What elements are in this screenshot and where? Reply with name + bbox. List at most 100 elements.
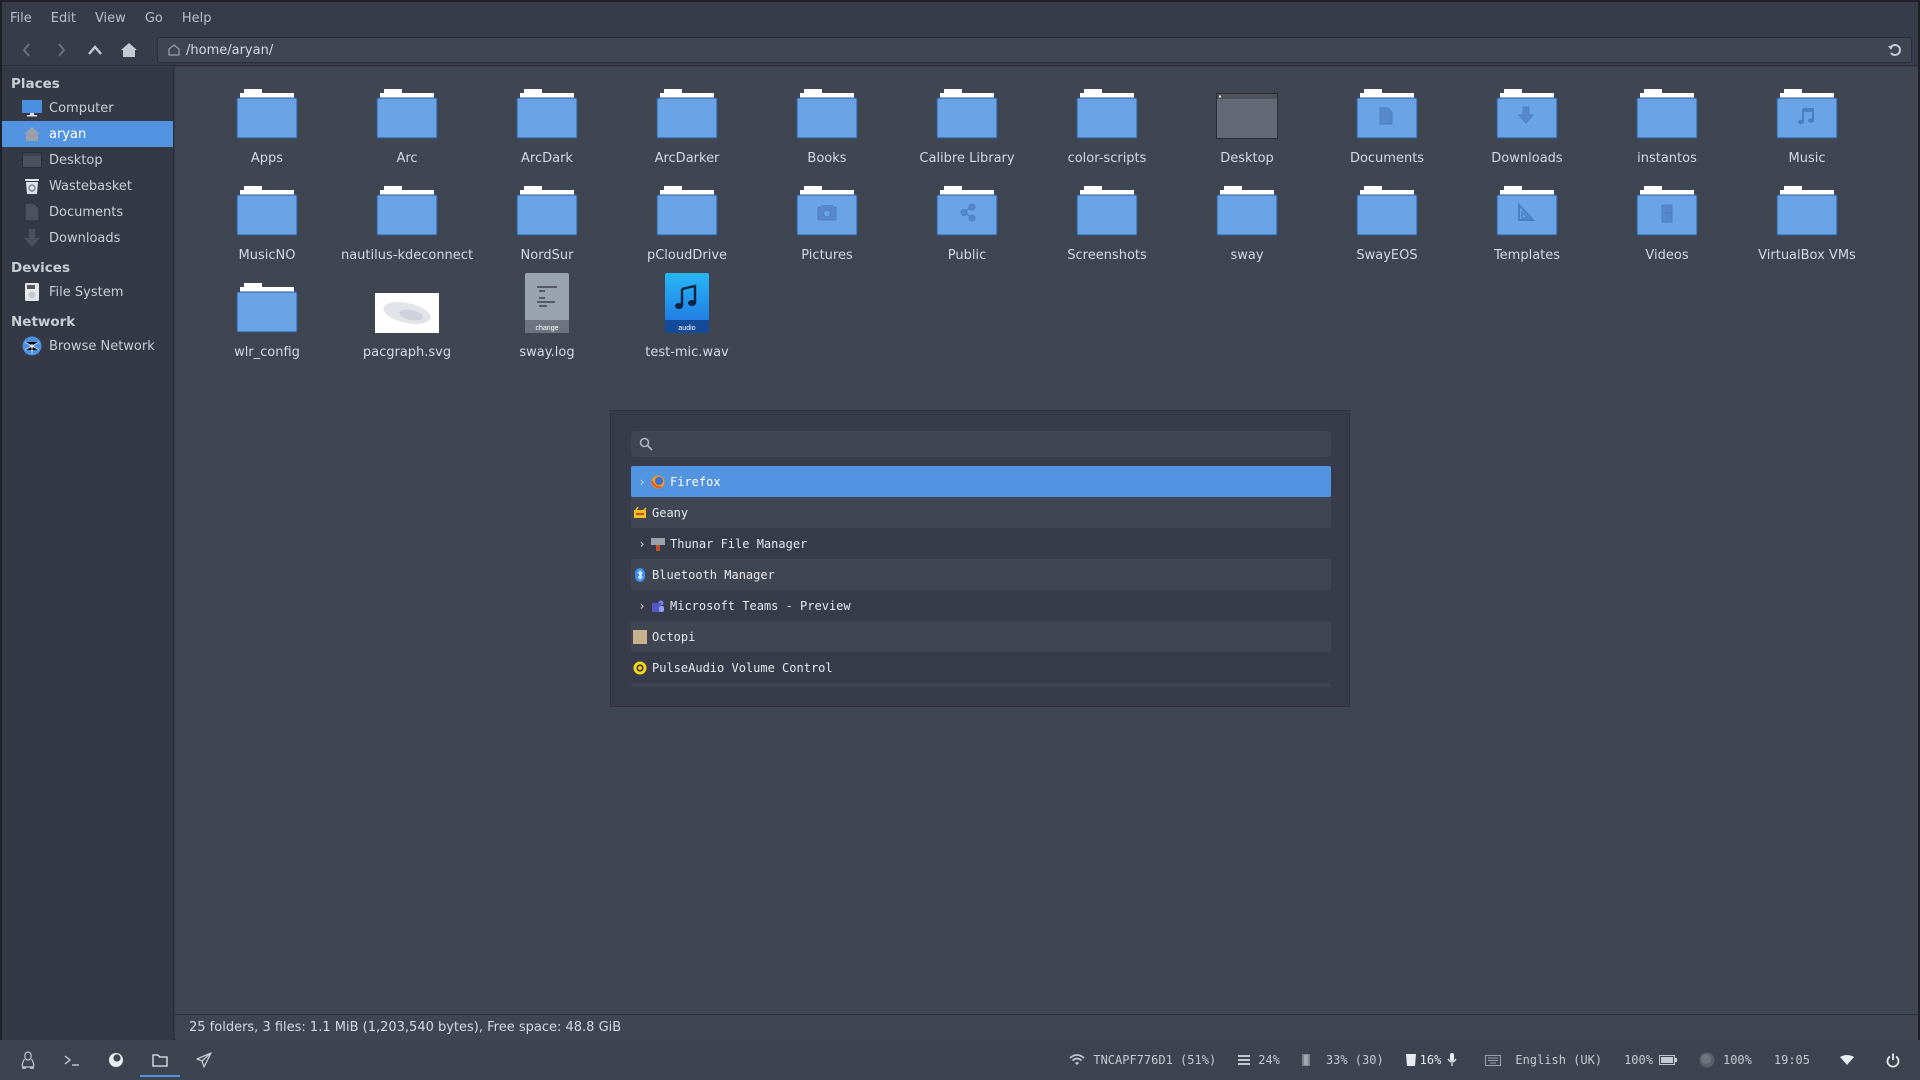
folder-item[interactable]: Documents xyxy=(1327,83,1447,175)
launcher-item-label: PulseAudio Volume Control xyxy=(652,660,833,675)
launcher-search[interactable] xyxy=(631,431,1331,457)
folder-icon xyxy=(796,83,858,139)
app-launcher: › Firefox Geany › Thunar File Manager Bluetoo… xyxy=(610,410,1350,707)
sidebar-item-wastebasket[interactable]: Wastebasket xyxy=(2,173,173,199)
folder-item[interactable]: sway xyxy=(1187,180,1307,272)
taskbar-linux-button[interactable] xyxy=(6,1040,50,1080)
folder-icon xyxy=(516,83,578,139)
folder-item[interactable]: ArcDark xyxy=(487,83,607,175)
drive-icon xyxy=(22,283,42,301)
file-name: Videos xyxy=(1645,248,1689,263)
wifi-indicator[interactable]: TNCAPF776D1 (51%) xyxy=(1069,1053,1216,1067)
launcher-item-geany[interactable]: Geany xyxy=(631,497,1331,528)
folder-item[interactable]: pCloudDrive xyxy=(627,180,747,272)
file-name: NordSur xyxy=(520,248,574,263)
file-item[interactable]: audio test-mic.wav xyxy=(627,273,747,369)
launcher-item-microsoft-teams-preview[interactable]: › Microsoft Teams - Preview xyxy=(631,590,1331,621)
folder-item[interactable]: wlr_config xyxy=(207,277,327,369)
taskbar-folder-button[interactable] xyxy=(138,1040,182,1080)
folder-item[interactable]: SwayEOS xyxy=(1327,180,1447,272)
sidebar-item-label: Downloads xyxy=(49,230,121,246)
sidebar-item-browse-network[interactable]: Browse Network xyxy=(2,333,173,359)
menu-go[interactable]: Go xyxy=(145,11,163,26)
sidebar-item-downloads[interactable]: Downloads xyxy=(2,225,173,251)
folder-item[interactable]: Apps xyxy=(207,83,327,175)
linux-icon xyxy=(21,1051,35,1069)
launcher-list-more xyxy=(631,683,1331,687)
folder-item[interactable]: color-scripts xyxy=(1047,83,1167,175)
folder-item[interactable]: Templates xyxy=(1467,180,1587,272)
folder-item[interactable]: Public xyxy=(907,180,1027,272)
system-tray: TNCAPF776D1 (51%) 24% 33% (30) 16% Engli… xyxy=(1069,1040,1920,1080)
clock[interactable]: 19:05 xyxy=(1774,1053,1810,1067)
file-name: Pictures xyxy=(801,248,853,263)
folder-icon xyxy=(1636,180,1698,236)
file-name: ArcDark xyxy=(521,151,573,166)
cpu-text: 24% xyxy=(1258,1053,1280,1067)
folder-item[interactable]: Screenshots xyxy=(1047,180,1167,272)
folder-item[interactable]: Videos xyxy=(1607,180,1727,272)
folder-item[interactable]: ArcDarker xyxy=(627,83,747,175)
folder-item[interactable]: Books xyxy=(767,83,887,175)
chevron-right-icon[interactable]: › xyxy=(635,599,649,613)
menu-view[interactable]: View xyxy=(95,11,126,26)
folder-item[interactable]: Downloads xyxy=(1467,83,1587,175)
power-button[interactable] xyxy=(1886,1053,1900,1068)
volume-indicator[interactable]: 100% xyxy=(1699,1052,1752,1068)
home-button[interactable] xyxy=(112,36,146,64)
sidebar-item-desktop[interactable]: Desktop xyxy=(2,147,173,173)
battery-indicator[interactable]: 100% xyxy=(1624,1053,1677,1067)
folder-item[interactable]: Pictures xyxy=(767,180,887,272)
folder-item[interactable]: nautilus-kdeconnect xyxy=(341,180,473,272)
folder-item[interactable]: instantos xyxy=(1607,83,1727,175)
sidebar-item-file-system[interactable]: File System xyxy=(2,279,173,305)
menu-edit[interactable]: Edit xyxy=(51,11,76,26)
up-button[interactable] xyxy=(78,36,112,64)
folder-item[interactable]: Calibre Library xyxy=(907,83,1027,175)
power-icon xyxy=(1886,1053,1900,1067)
reload-icon[interactable] xyxy=(1887,42,1903,58)
menu-help[interactable]: Help xyxy=(182,11,212,26)
folder-item[interactable]: Music xyxy=(1747,83,1867,175)
folder-item[interactable]: VirtualBox VMs xyxy=(1747,180,1867,272)
folder-item[interactable]: MusicNO xyxy=(207,180,327,272)
memory-indicator[interactable]: 33% (30) xyxy=(1301,1053,1384,1067)
launcher-item-firefox[interactable]: › Firefox xyxy=(631,466,1331,497)
taskbar-browser-button[interactable] xyxy=(94,1040,138,1080)
file-name: pCloudDrive xyxy=(646,248,728,263)
launcher-search-input[interactable] xyxy=(661,437,1311,451)
pulseaudio-icon xyxy=(633,661,647,675)
folder-item[interactable]: Desktop xyxy=(1187,83,1307,175)
file-item[interactable]: change sway.log xyxy=(487,273,607,369)
disk-indicator[interactable]: 16% xyxy=(1405,1053,1458,1067)
sidebar-item-label: Documents xyxy=(49,204,124,220)
launcher-item-bluetooth-manager[interactable]: Bluetooth Manager xyxy=(631,559,1331,590)
network-icon xyxy=(22,336,42,356)
sidebar-item-computer[interactable]: Computer xyxy=(2,95,173,121)
folder-icon xyxy=(376,83,438,139)
location-bar[interactable]: /home/aryan/ xyxy=(157,37,1912,63)
chevron-right-icon[interactable]: › xyxy=(635,475,649,489)
memory-icon xyxy=(1301,1054,1310,1066)
location-path[interactable]: /home/aryan/ xyxy=(186,43,273,58)
forward-button[interactable] xyxy=(44,36,78,64)
keyboard-text: English (UK) xyxy=(1515,1053,1603,1067)
sidebar-item-aryan[interactable]: aryan xyxy=(2,121,173,147)
folder-item[interactable]: Arc xyxy=(347,83,467,175)
folder-icon xyxy=(376,180,438,236)
back-button[interactable] xyxy=(10,36,44,64)
taskbar-terminal-button[interactable] xyxy=(50,1040,94,1080)
file-item[interactable]: pacgraph.svg xyxy=(347,277,467,369)
folder-icon xyxy=(1776,180,1838,236)
taskbar-telegram-button[interactable] xyxy=(182,1040,226,1080)
network-status[interactable] xyxy=(1840,1055,1854,1065)
launcher-item-thunar-file-manager[interactable]: › Thunar File Manager xyxy=(631,528,1331,559)
chevron-right-icon[interactable]: › xyxy=(635,537,649,551)
launcher-item-octopi[interactable]: Octopi xyxy=(631,621,1331,652)
keyboard-indicator[interactable]: English (UK) xyxy=(1485,1053,1602,1067)
sidebar-item-documents[interactable]: Documents xyxy=(2,199,173,225)
folder-item[interactable]: NordSur xyxy=(487,180,607,272)
cpu-indicator[interactable]: 24% xyxy=(1238,1053,1280,1067)
menu-file[interactable]: File xyxy=(10,11,32,26)
launcher-item-pulseaudio-volume-control[interactable]: PulseAudio Volume Control xyxy=(631,652,1331,683)
